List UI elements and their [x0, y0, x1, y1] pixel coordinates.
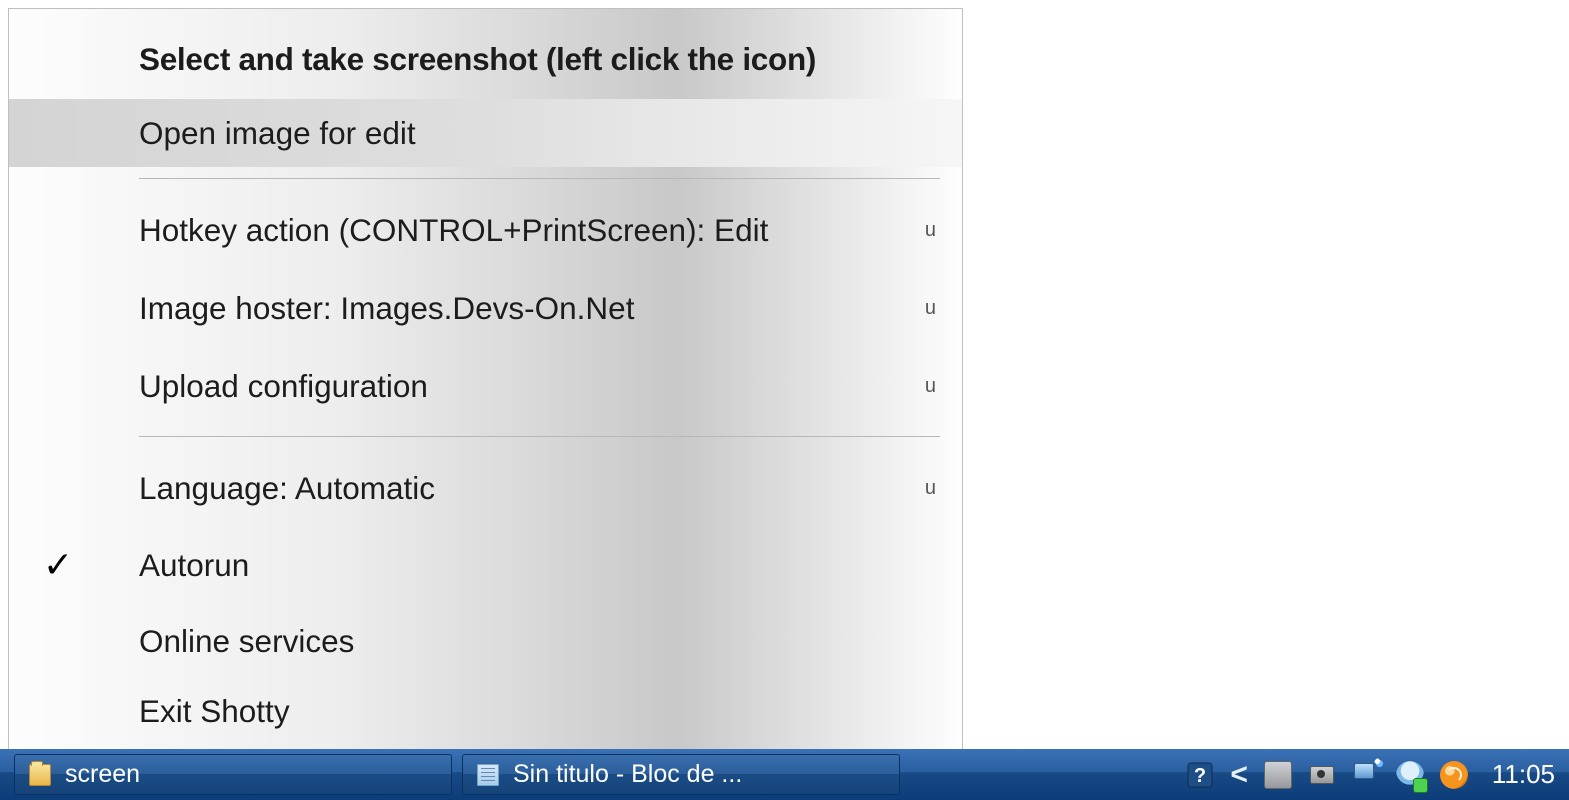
menu-item-label: Hotkey action (CONTROL+PrintScreen): Edi…	[139, 212, 925, 249]
menu-item-label: Select and take screenshot (left click t…	[139, 41, 940, 78]
menu-item-language[interactable]: Language: Automatic u	[9, 449, 962, 527]
help-question-icon[interactable]: ?	[1186, 761, 1214, 789]
system-tray: ? < 11:05	[1186, 758, 1555, 792]
taskbar-button-label: screen	[65, 760, 140, 789]
folder-icon	[29, 764, 51, 786]
menu-item-label: Language: Automatic	[139, 470, 925, 507]
svg-text:?: ?	[1194, 765, 1206, 787]
taskbar-button-label: Sin titulo - Bloc de ...	[513, 760, 742, 789]
submenu-arrow-icon: u	[925, 477, 936, 500]
notepad-icon	[477, 764, 499, 786]
menu-item-upload-config[interactable]: Upload configuration u	[9, 347, 962, 425]
menu-item-label: Open image for edit	[139, 115, 940, 152]
context-menu: Select and take screenshot (left click t…	[8, 8, 963, 766]
menu-item-take-screenshot[interactable]: Select and take screenshot (left click t…	[9, 19, 962, 99]
menu-separator	[139, 178, 940, 179]
menu-item-label: Online services	[139, 623, 940, 660]
taskbar-clock[interactable]: 11:05	[1492, 759, 1555, 790]
menu-item-label: Upload configuration	[139, 368, 925, 405]
network-monitor-icon[interactable]	[1352, 761, 1380, 789]
menu-item-label: Exit Shotty	[139, 693, 940, 730]
menu-item-open-image[interactable]: Open image for edit	[9, 99, 962, 167]
menu-separator	[139, 436, 940, 437]
menu-item-online-services[interactable]: Online services	[9, 603, 962, 679]
shotty-tray-icon[interactable]	[1440, 761, 1468, 789]
menu-item-autorun[interactable]: ✓ Autorun	[9, 527, 962, 603]
menu-item-label: Autorun	[139, 547, 940, 584]
menu-item-label: Image hoster: Images.Devs-On.Net	[139, 290, 925, 327]
menu-item-hotkey-action[interactable]: Hotkey action (CONTROL+PrintScreen): Edi…	[9, 191, 962, 269]
menu-item-exit[interactable]: Exit Shotty	[9, 679, 962, 743]
taskbar-button-notepad[interactable]: Sin titulo - Bloc de ...	[462, 754, 900, 795]
device-tray-icon[interactable]	[1264, 761, 1292, 789]
submenu-arrow-icon: u	[925, 219, 936, 242]
menu-item-image-hoster[interactable]: Image hoster: Images.Devs-On.Net u	[9, 269, 962, 347]
messenger-tray-icon[interactable]	[1396, 761, 1424, 789]
taskbar-button-screen[interactable]: screen	[14, 754, 452, 795]
taskbar: screen Sin titulo - Bloc de ... ? < 11:0…	[0, 749, 1569, 800]
camera-tray-icon[interactable]	[1308, 761, 1336, 789]
checkmark-icon: ✓	[43, 544, 73, 586]
submenu-arrow-icon: u	[925, 297, 936, 320]
submenu-arrow-icon: u	[925, 375, 936, 398]
tray-expand-chevron-icon[interactable]: <	[1230, 758, 1248, 792]
